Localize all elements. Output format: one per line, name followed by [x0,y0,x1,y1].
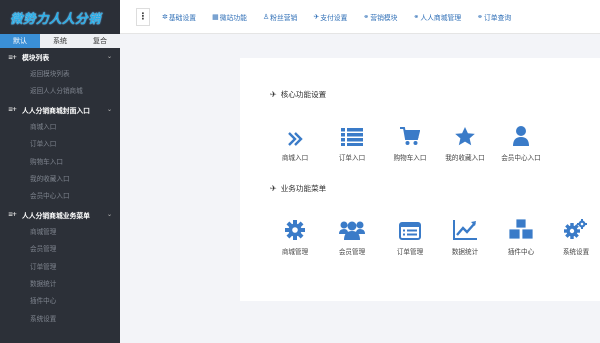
sidebar-item-settings[interactable]: 系统设置 [0,311,120,328]
biz-member-manage[interactable]: 会员管理 [324,214,380,256]
top-link-marketing-module[interactable]: ⚭ 营销模块 [363,12,397,22]
biz-statistics[interactable]: 数据统计 [437,214,493,256]
sidebar-section-business-menu[interactable]: ≡+ 人人分销商城业务菜单 ⌄ [0,206,120,224]
top-link-label: 基础设置 [168,13,197,22]
sidebar-item-cart-entry[interactable]: 购物车入口 [0,154,120,171]
tile-label: 会员中心入口 [501,154,541,162]
top-link-payment-settings[interactable]: ✈ 支付设置 [313,12,347,22]
double-chevron-icon [267,120,323,146]
sidebar-section-modules[interactable]: ≡+ 模块列表 ⌄ [0,48,120,66]
sidebar-tabs: 默认 系统 复合 [0,34,120,48]
sidebar-item-plugins[interactable]: 插件中心 [0,293,120,310]
menu-toggle-button[interactable]: ⋮ [136,7,150,26]
link-icon: ⚭ [413,12,420,21]
core-member-entry[interactable]: 会员中心入口 [493,120,549,162]
sidebar-item-back-modules[interactable]: 返回模块列表 [0,66,120,83]
sidebar-tab-default[interactable]: 默认 [0,34,40,48]
core-section-title: ✈ 核心功能设置 [270,89,326,100]
top-link-basic-settings[interactable]: ✲ 基础设置 [162,12,196,22]
link-icon: ⚭ [477,12,483,21]
logo-text: 微势力人人分销 [10,10,102,26]
sidebar-item-member-manage[interactable]: 会员管理 [0,241,120,258]
gears-icon [548,214,600,240]
sidebar-item-back-shop[interactable]: 返回人人分销商城 [0,83,120,100]
biz-order-manage[interactable]: 订单管理 [382,214,438,256]
tile-label: 插件中心 [507,248,535,256]
tile-label: 系统设置 [562,248,590,256]
sidebar-item-order-entry[interactable]: 订单入口 [0,136,120,153]
gear-icon [267,214,323,240]
biz-plugin-center[interactable]: 插件中心 [493,214,549,256]
biz-shop-manage[interactable]: 商城管理 [267,214,323,256]
plane-icon: ✈ [270,184,277,193]
chevron-down-icon: ⌄ [106,210,112,218]
top-link-label: 人人商城管理 [420,13,462,22]
sidebar-item-order-manage[interactable]: 订单管理 [0,259,120,276]
section-title-text: 核心功能设置 [280,90,327,99]
cubes-icon [493,214,549,240]
logo[interactable]: 微势力人人分销 [0,0,120,34]
list-icon: ≡+ [8,53,17,61]
tile-label: 会员管理 [338,248,366,256]
user-icon [493,120,549,146]
top-link-label: 营销模块 [370,13,398,22]
top-link-microsite[interactable]: ▦ 微站功能 [212,12,247,22]
chevron-down-icon: ⌄ [106,53,112,60]
sidebar-section-title: 人人分销商城封面入口 [22,106,90,115]
sidebar-tab-composite[interactable]: 复合 [80,34,120,48]
top-link-fans-marketing[interactable]: ♙ 粉丝营销 [263,12,297,22]
tile-label: 订单入口 [338,154,366,162]
core-favorites-entry[interactable]: 我的收藏入口 [437,120,493,162]
biz-system-settings[interactable]: 系统设置 [548,214,600,256]
sidebar-section-title: 模块列表 [22,54,50,62]
pay-icon: ✈ [313,12,320,21]
top-link-order-query[interactable]: ⚭ 订单查询 [477,12,511,22]
sidebar: 微势力人人分销 默认 系统 复合 ≡+ 模块列表 ⌄ 返回模块列表 返回人人分销… [0,0,120,343]
sidebar-tab-system[interactable]: 系统 [40,34,80,48]
cart-icon [382,120,438,146]
top-nav: ⋮ ✲ 基础设置 ▦ 微站功能 ♙ 粉丝营销 ✈ 支付设置 ⚭ 营销模块 ⚭ 人人商城管理 … [120,0,600,34]
core-shop-entry[interactable]: 商城入口 [267,120,323,162]
tile-label: 我的收藏入口 [445,154,485,162]
link-icon: ⚭ [363,12,370,21]
sidebar-item-favorites-entry[interactable]: 我的收藏入口 [0,171,120,188]
sidebar-item-stats[interactable]: 数据统计 [0,276,120,293]
users-icon [324,214,380,240]
grid-icon: ▦ [212,12,219,21]
sidebar-section-title: 人人分销商城业务菜单 [22,211,90,220]
tile-label: 购物车入口 [393,154,427,162]
form-icon [382,214,438,240]
sidebar-item-member-entry[interactable]: 会员中心入口 [0,188,120,205]
list-icon [324,120,380,146]
top-link-label: 订单查询 [484,13,512,22]
sidebar-item-shop-manage[interactable]: 商城管理 [0,224,120,241]
gear-icon: ✲ [162,12,168,21]
section-title-text: 业务功能菜单 [280,184,327,193]
main-card: ✈ 核心功能设置 商城入口 订单入口 购物车入口 我的收藏入口 会员中心入口 ✈ 业… [240,58,600,301]
core-order-entry[interactable]: 订单入口 [324,120,380,162]
chevron-down-icon: ⌄ [106,105,112,113]
top-link-label: 微站功能 [219,13,247,22]
sidebar-item-shop-entry[interactable]: 商城入口 [0,119,120,136]
top-link-label: 支付设置 [320,13,348,22]
star-icon [437,120,493,146]
tile-label: 商城入口 [281,154,309,162]
list-icon: ≡+ [8,106,17,114]
business-section-title: ✈ 业务功能菜单 [270,183,326,194]
tile-label: 订单管理 [396,248,424,256]
top-link-shop-manage[interactable]: ⚭ 人人商城管理 [413,12,461,22]
list-icon: ≡+ [8,211,17,219]
top-link-label: 粉丝营销 [270,13,298,22]
users-icon: ♙ [262,12,270,21]
tile-label: 商城管理 [281,248,309,256]
plane-icon: ✈ [270,90,277,99]
tile-label: 数据统计 [451,248,479,256]
core-cart-entry[interactable]: 购物车入口 [382,120,438,162]
chart-icon [437,214,493,240]
sidebar-section-cover-entries[interactable]: ≡+ 人人分销商城封面入口 ⌄ [0,101,120,119]
